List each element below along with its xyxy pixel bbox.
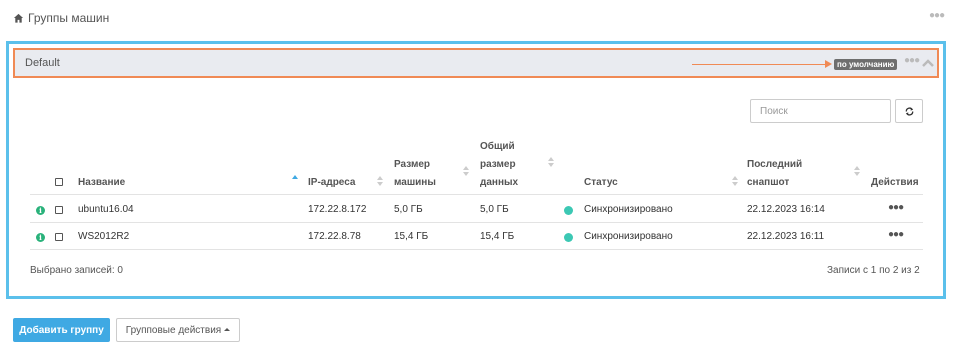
sort-asc-icon[interactable] bbox=[292, 174, 298, 184]
column-header-snapshot-line1[interactable]: Последний bbox=[747, 156, 802, 174]
default-badge: по умолчанию bbox=[834, 59, 898, 70]
records-info: Записи с 1 по 2 из 2 bbox=[827, 265, 920, 276]
select-all-checkbox[interactable] bbox=[55, 178, 63, 186]
cell-ip: 172.22.8.78 bbox=[308, 231, 361, 242]
info-icon[interactable]: i bbox=[36, 233, 45, 242]
status-dot-icon bbox=[564, 206, 573, 215]
row-divider bbox=[30, 249, 923, 250]
column-header-ip[interactable]: IP-адреса bbox=[308, 174, 355, 192]
home-icon bbox=[13, 13, 24, 23]
column-header-size-line2[interactable]: машины bbox=[394, 174, 436, 192]
column-header-total-line1[interactable]: Общий bbox=[480, 138, 515, 156]
caret-up-icon bbox=[224, 328, 231, 332]
column-header-size-line1[interactable]: Размер bbox=[394, 156, 430, 174]
info-icon[interactable]: i bbox=[36, 206, 45, 215]
row-actions-ellipsis-icon[interactable]: ●●● bbox=[888, 202, 904, 213]
group-panel: Default по умолчанию ●●● Название IP-адр… bbox=[6, 41, 946, 299]
row-divider bbox=[30, 222, 923, 223]
cell-snapshot: 22.12.2023 16:11 bbox=[747, 231, 825, 242]
cell-size: 15,4 ГБ bbox=[394, 231, 429, 242]
cell-status: Синхронизировано bbox=[584, 231, 673, 242]
sort-icon[interactable] bbox=[732, 176, 738, 186]
group-menu-ellipsis-icon[interactable]: ●●● bbox=[904, 55, 920, 66]
row-checkbox[interactable] bbox=[55, 206, 63, 214]
column-header-name[interactable]: Название bbox=[78, 174, 125, 192]
refresh-button[interactable] bbox=[895, 99, 923, 123]
chevron-up-icon[interactable] bbox=[922, 58, 934, 68]
cell-snapshot: 22.12.2023 16:14 bbox=[747, 204, 825, 215]
annotation-arrow-head-icon bbox=[825, 60, 832, 68]
add-group-button[interactable]: Добавить группу bbox=[13, 318, 110, 342]
status-dot-icon bbox=[564, 233, 573, 242]
header-divider bbox=[30, 194, 923, 195]
cell-size: 5,0 ГБ bbox=[394, 204, 423, 215]
sort-icon[interactable] bbox=[854, 166, 860, 176]
group-actions-button[interactable]: Групповые действия bbox=[116, 318, 240, 342]
group-name: Default bbox=[25, 57, 60, 69]
sort-icon[interactable] bbox=[377, 176, 383, 186]
cell-ip: 172.22.8.172 bbox=[308, 204, 367, 215]
selected-count: Выбрано записей: 0 bbox=[30, 265, 123, 276]
page-menu-ellipsis-icon[interactable]: ●●● bbox=[929, 10, 945, 21]
group-actions-label: Групповые действия bbox=[125, 324, 222, 336]
row-actions-ellipsis-icon[interactable]: ●●● bbox=[888, 229, 904, 240]
page-title-text: Группы машин bbox=[28, 11, 110, 25]
group-header[interactable]: Default по умолчанию ●●● bbox=[13, 48, 939, 78]
cell-total: 5,0 ГБ bbox=[480, 204, 509, 215]
cell-name[interactable]: WS2012R2 bbox=[78, 231, 129, 243]
column-header-actions: Действия bbox=[871, 177, 919, 188]
column-header-total-line2[interactable]: размер bbox=[480, 156, 516, 174]
column-header-snapshot-line2[interactable]: снапшот bbox=[747, 174, 789, 192]
search-input[interactable] bbox=[750, 99, 891, 123]
cell-total: 15,4 ГБ bbox=[480, 231, 515, 242]
annotation-arrow-line bbox=[692, 64, 826, 65]
refresh-icon bbox=[905, 106, 913, 116]
cell-status: Синхронизировано bbox=[584, 204, 673, 215]
column-header-status[interactable]: Статус bbox=[584, 174, 618, 192]
sort-icon[interactable] bbox=[463, 166, 469, 176]
column-header-total-line3[interactable]: данных bbox=[480, 174, 518, 192]
row-checkbox[interactable] bbox=[55, 233, 63, 241]
page-title: Группы машин bbox=[13, 10, 109, 26]
cell-name[interactable]: ubuntu16.04 bbox=[78, 204, 134, 216]
sort-icon[interactable] bbox=[548, 157, 554, 167]
